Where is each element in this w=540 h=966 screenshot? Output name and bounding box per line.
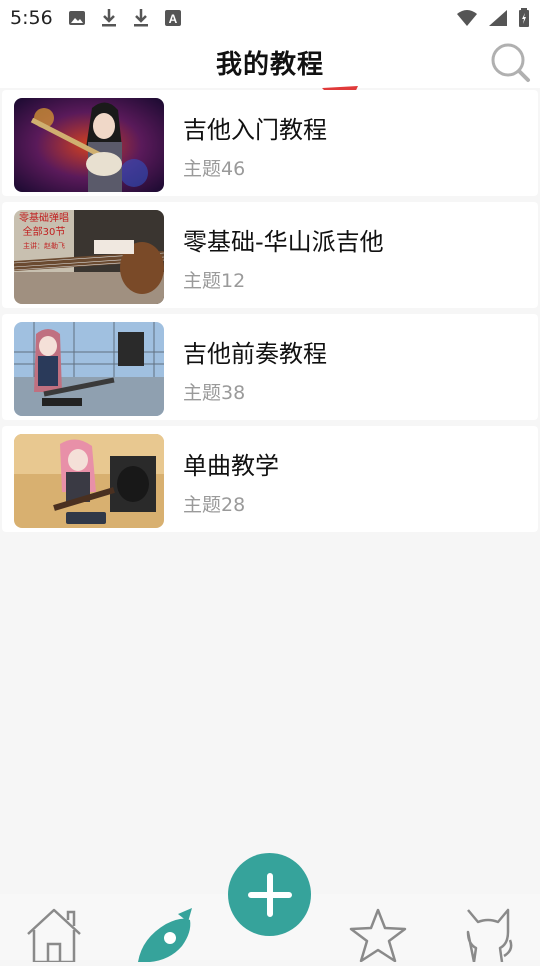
search-icon	[491, 43, 530, 82]
rooftop-guitar-thumbnail	[14, 322, 164, 416]
status-time: 5:56	[10, 7, 53, 29]
rocket-icon	[138, 908, 192, 962]
cat-icon	[466, 908, 513, 964]
thumb-caption-2: 全部30节	[23, 225, 66, 238]
page-title: 我的教程	[215, 50, 324, 80]
course-topic-count: 主题12	[183, 270, 246, 292]
course-thumbnail	[14, 98, 164, 192]
thumb-caption-3: 主讲：赵勒飞	[23, 241, 65, 250]
course-title: 吉他前奏教程	[183, 340, 327, 368]
home-icon	[27, 908, 81, 964]
nav-favorites[interactable]	[348, 906, 408, 966]
course-title: 吉他入门教程	[183, 116, 327, 144]
add-button[interactable]	[228, 853, 311, 936]
nav-course[interactable]	[132, 906, 194, 966]
course-item[interactable]: 吉他入门教程 主题46	[2, 90, 538, 196]
course-topic-count: 主题46	[183, 158, 246, 180]
status-bar: 5:56 A	[0, 0, 540, 36]
star-icon	[349, 908, 407, 963]
svg-text:A: A	[169, 12, 178, 26]
nav-home[interactable]	[24, 906, 84, 966]
course-thumbnail: 零基础弹唱 全部30节 主讲：赵勒飞	[14, 210, 164, 304]
battery-icon	[519, 8, 529, 27]
a-box-icon: A	[165, 10, 181, 26]
signal-icon	[489, 10, 507, 26]
course-topic-count: 主题28	[183, 494, 246, 516]
guitar-lesson-thumbnail: 零基础弹唱 全部30节 主讲：赵勒飞	[14, 210, 164, 304]
course-topic-count: 主题38	[183, 382, 246, 404]
course-title: 单曲教学	[183, 452, 279, 480]
nav-profile[interactable]	[460, 906, 516, 966]
download-icon	[102, 9, 116, 27]
notification-icons: A	[68, 8, 182, 28]
course-thumbnail	[14, 322, 164, 416]
anime-guitar-thumbnail	[14, 98, 164, 192]
search-button[interactable]	[490, 42, 532, 84]
app-header: 我的教程	[0, 36, 540, 88]
course-item[interactable]: 单曲教学 主题28	[2, 426, 538, 532]
thumb-caption-1: 零基础弹唱	[19, 211, 69, 224]
wifi-icon	[457, 10, 477, 26]
system-icons	[456, 8, 530, 28]
course-item[interactable]: 零基础弹唱 全部30节 主讲：赵勒飞 零基础-华山派吉他 主题12	[2, 202, 538, 308]
course-thumbnail	[14, 434, 164, 528]
course-item[interactable]: 吉他前奏教程 主题38	[2, 314, 538, 420]
course-title: 零基础-华山派吉他	[183, 228, 384, 256]
amp-guitar-thumbnail	[14, 434, 164, 528]
add-icon	[247, 872, 292, 917]
course-list: 吉他入门教程 主题46 零基础弹唱 全部30节 主讲：赵勒飞 零基础-华山派吉他…	[0, 90, 540, 538]
image-icon	[69, 11, 85, 25]
download-icon	[134, 9, 148, 27]
